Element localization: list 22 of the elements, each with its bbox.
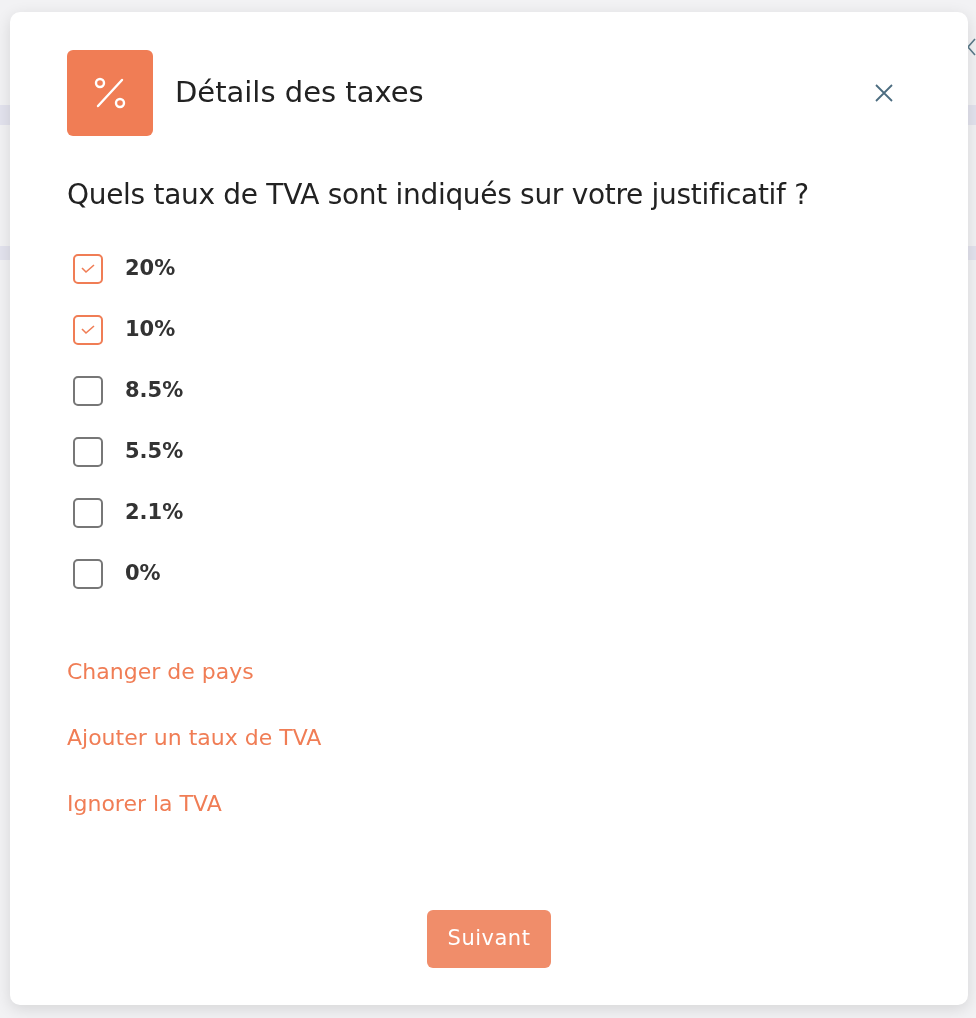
next-button[interactable]: Suivant [426, 910, 552, 968]
checkbox[interactable] [73, 315, 103, 345]
rate-label: 0% [125, 560, 161, 588]
checkbox[interactable] [73, 498, 103, 528]
rate-label: 20% [125, 255, 176, 283]
percent-icon [67, 50, 153, 136]
action-link[interactable]: Ajouter un taux de TVA [67, 722, 322, 753]
checkbox[interactable] [73, 437, 103, 467]
rate-label: 2.1% [125, 499, 184, 527]
rate-label: 10% [125, 316, 176, 344]
action-link[interactable]: Ignorer la TVA [67, 788, 222, 819]
checkbox[interactable] [73, 376, 103, 406]
checkbox[interactable] [73, 559, 103, 589]
rate-label: 8.5% [125, 377, 184, 405]
action-link[interactable]: Changer de pays [67, 656, 254, 687]
checkbox[interactable] [73, 254, 103, 284]
check-icon [81, 325, 95, 335]
question-text: Quels taux de TVA sont indiqués sur votre justificatif ? [67, 177, 810, 213]
rate-label: 5.5% [125, 438, 184, 466]
check-icon [81, 264, 95, 274]
dialog-title: Détails des taxes [175, 74, 424, 112]
back-chevron-icon[interactable] [966, 38, 976, 56]
